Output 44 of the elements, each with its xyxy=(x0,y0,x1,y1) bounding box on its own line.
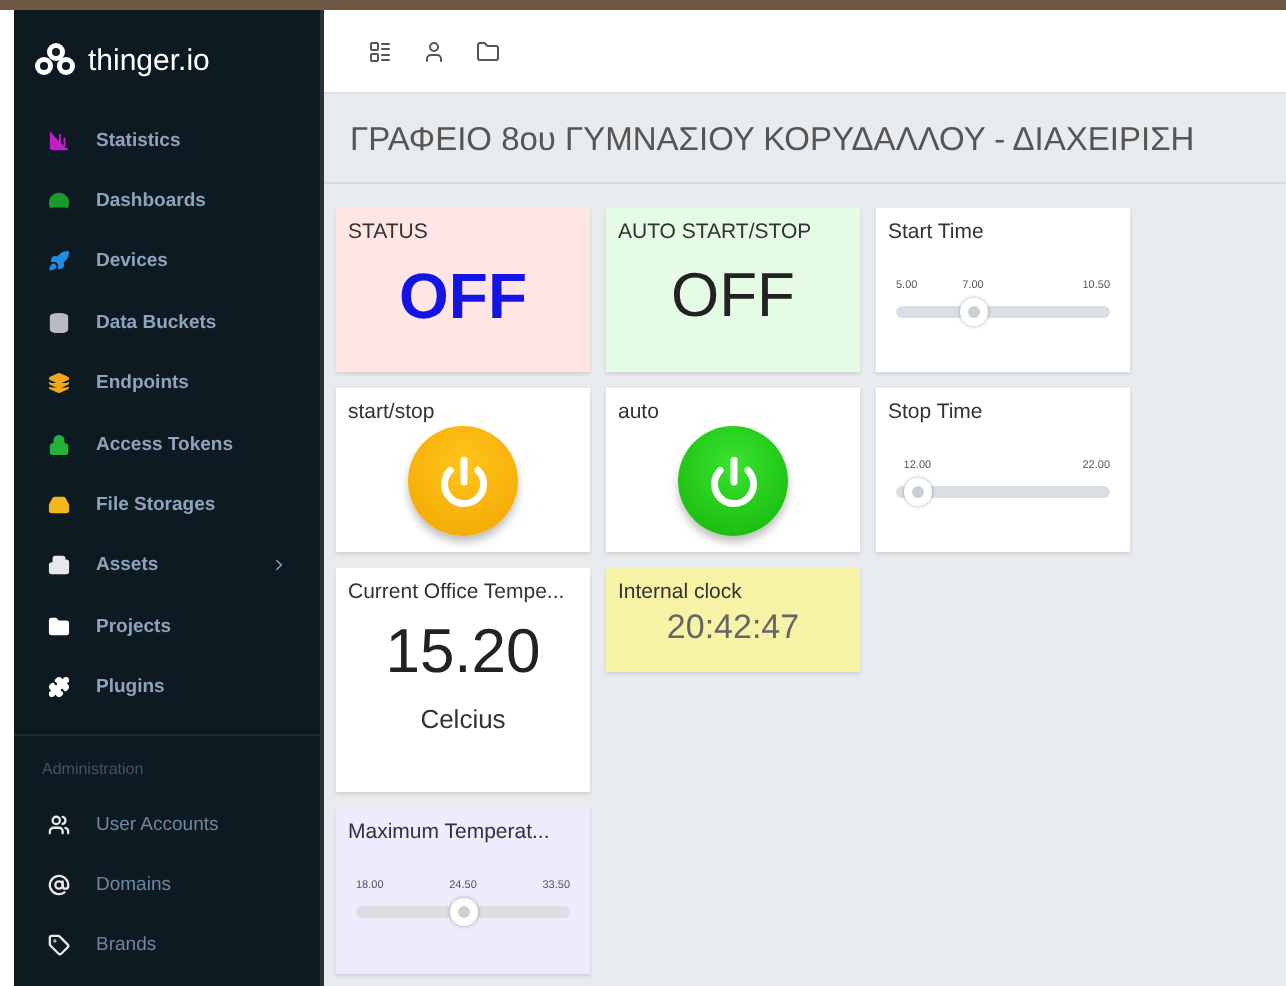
sidebar-item[interactable]: Endpoints xyxy=(14,353,320,414)
clock-reading: 20:42:47 xyxy=(666,608,800,648)
brand-name: thinger.io xyxy=(88,43,210,77)
value-reading: OFF xyxy=(399,260,527,334)
widget-title: Stop Time xyxy=(888,400,985,424)
widget-title: AUTO START/STOP xyxy=(618,220,814,244)
power-button[interactable] xyxy=(408,426,518,536)
widget-title: Current Office Tempe... xyxy=(348,580,567,604)
section-label: Administration xyxy=(40,757,146,782)
sidebar-item[interactable]: Domains xyxy=(14,854,320,916)
slider-thumb[interactable] xyxy=(903,478,932,506)
sidebar-item[interactable]: Brands xyxy=(14,915,320,977)
sidebar-item[interactable]: Data Buckets xyxy=(14,292,320,354)
dashboard-title: ΓΡΑΦΕΙΟ 8ου ΓΥΜΝΑΣΙΟΥ ΚΟΡΥΔΑΛΛΟΥ - ΔΙΑΧΕΙΡΙΣΗ xyxy=(324,94,1286,184)
user-button[interactable] xyxy=(422,39,446,63)
sidebar-item[interactable]: Statistics xyxy=(14,110,320,171)
sidebar-item[interactable]: Dashboards xyxy=(14,170,320,232)
sidebar-item[interactable]: Plugins xyxy=(14,657,320,718)
power-icon xyxy=(707,455,759,507)
sidebar-item[interactable]: Projects xyxy=(14,596,320,658)
logo-icon xyxy=(34,42,78,78)
widget-title: start/stop xyxy=(348,400,437,424)
power-icon xyxy=(437,455,489,507)
value-reading: 15.20 xyxy=(385,616,541,688)
widget-title: auto xyxy=(618,400,661,424)
sidebar-item[interactable]: File Storages xyxy=(14,474,320,536)
users-icon xyxy=(48,813,70,836)
widget-title: Maximum Temperat... xyxy=(348,820,552,844)
folder-button[interactable] xyxy=(476,39,500,63)
at-sign-icon xyxy=(48,873,70,896)
sidebar-item[interactable]: Assets xyxy=(14,535,320,597)
unit-label: Celcius xyxy=(420,704,506,734)
widget-title: Start Time xyxy=(888,220,986,244)
widget-title: STATUS xyxy=(348,220,430,244)
slider-thumb[interactable] xyxy=(449,898,477,926)
sidebar-item[interactable]: Access Tokens xyxy=(14,413,320,475)
tag-icon xyxy=(48,934,70,957)
sidebar-item[interactable]: Devices xyxy=(14,231,320,293)
power-button[interactable] xyxy=(678,426,788,536)
slider-thumb[interactable] xyxy=(959,298,988,326)
widgets-button[interactable] xyxy=(368,39,392,63)
value-reading: OFF xyxy=(671,260,795,332)
widget-title: Internal clock xyxy=(618,580,744,604)
sidebar-item[interactable]: User Accounts xyxy=(14,793,320,855)
